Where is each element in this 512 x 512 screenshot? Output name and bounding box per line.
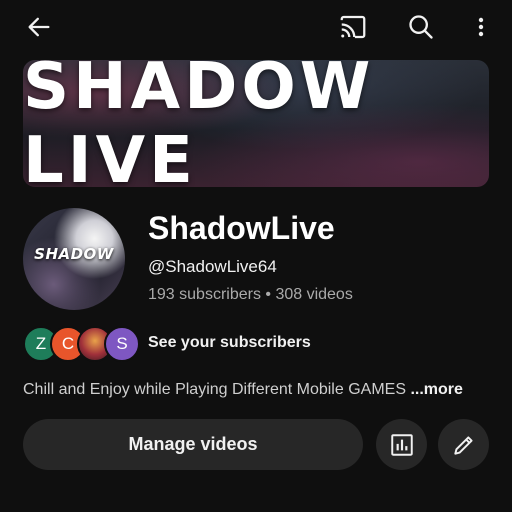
arrow-left-icon xyxy=(28,17,50,37)
more-link[interactable]: ...more xyxy=(410,381,462,398)
pencil-icon xyxy=(453,435,473,455)
banner-title: SHADOW LIVE xyxy=(23,60,375,187)
analytics-icon xyxy=(390,433,413,456)
channel-stats: 193 subscribers • 308 videos xyxy=(148,286,353,303)
search-icon xyxy=(409,15,433,39)
subscriber-avatar: S xyxy=(104,326,140,362)
see-subscribers-link[interactable]: See your subscribers xyxy=(148,334,311,352)
search-button[interactable] xyxy=(402,8,440,46)
channel-name: ShadowLive xyxy=(148,210,335,246)
cast-icon xyxy=(340,15,366,39)
channel-handle: @ShadowLive64 xyxy=(148,257,277,276)
more-vert-icon xyxy=(478,17,484,37)
analytics-button[interactable] xyxy=(376,419,427,470)
channel-description[interactable]: Chill and Enjoy while Playing Different … xyxy=(23,381,463,399)
description-text: Chill and Enjoy while Playing Different … xyxy=(23,381,411,398)
more-options-button[interactable] xyxy=(464,8,498,46)
manage-videos-button[interactable]: Manage videos xyxy=(23,419,363,470)
subscriber-avatars[interactable]: Z C S xyxy=(23,326,140,362)
edit-channel-button[interactable] xyxy=(438,419,489,470)
back-button[interactable] xyxy=(20,8,58,46)
channel-banner[interactable]: SHADOW LIVE xyxy=(23,60,489,187)
cast-button[interactable] xyxy=(334,8,372,46)
avatar-logo-text: SHADOW xyxy=(34,245,114,263)
channel-avatar[interactable]: SHADOW xyxy=(23,208,125,310)
